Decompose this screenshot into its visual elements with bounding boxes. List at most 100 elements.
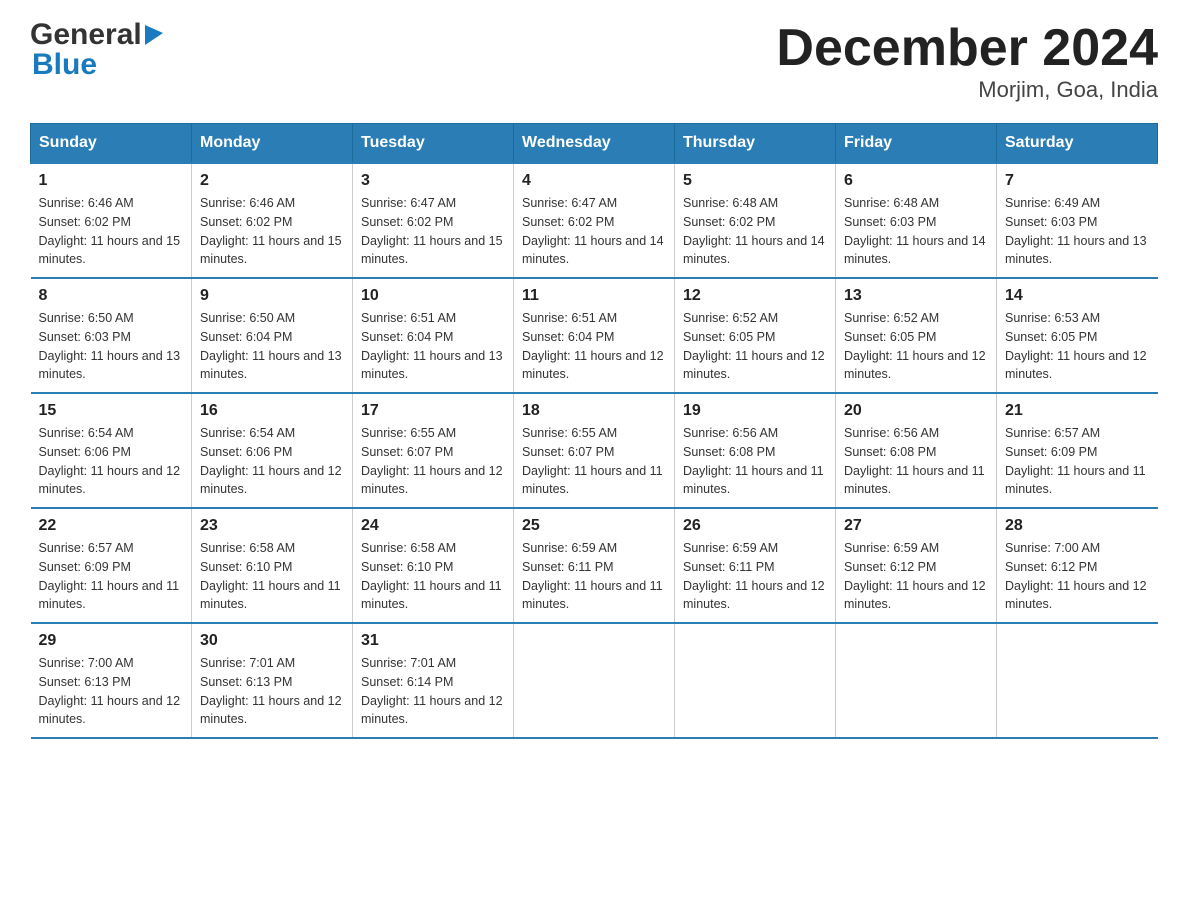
day-number: 27 — [844, 517, 988, 535]
calendar-cell: 20Sunrise: 6:56 AMSunset: 6:08 PMDayligh… — [836, 393, 997, 508]
day-info: Sunrise: 6:51 AMSunset: 6:04 PMDaylight:… — [361, 309, 505, 384]
header-day-wednesday: Wednesday — [514, 124, 675, 164]
day-info: Sunrise: 6:59 AMSunset: 6:11 PMDaylight:… — [522, 539, 666, 614]
day-info: Sunrise: 6:57 AMSunset: 6:09 PMDaylight:… — [1005, 424, 1150, 499]
calendar-cell — [836, 623, 997, 738]
day-number: 29 — [39, 632, 184, 650]
day-number: 6 — [844, 172, 988, 190]
day-number: 3 — [361, 172, 505, 190]
day-number: 2 — [200, 172, 344, 190]
calendar-cell: 29 Sunrise: 7:00 AMSunset: 6:13 PMDayligh… — [31, 623, 192, 738]
calendar-cell: 2 Sunrise: 6:46 AMSunset: 6:02 PMDaylight… — [192, 163, 353, 278]
day-info: Sunrise: 6:54 AMSunset: 6:06 PMDaylight:… — [200, 424, 344, 499]
day-number: 9 — [200, 287, 344, 305]
day-info: Sunrise: 6:59 AMSunset: 6:12 PMDaylight:… — [844, 539, 988, 614]
calendar-cell: 16 Sunrise: 6:54 AMSunset: 6:06 PMDayligh… — [192, 393, 353, 508]
calendar-cell: 31Sunrise: 7:01 AMSunset: 6:14 PMDayligh… — [353, 623, 514, 738]
day-number: 14 — [1005, 287, 1150, 305]
calendar-cell: 25 Sunrise: 6:59 AMSunset: 6:11 PMDayligh… — [514, 508, 675, 623]
calendar-cell: 30 Sunrise: 7:01 AMSunset: 6:13 PMDayligh… — [192, 623, 353, 738]
calendar-cell: 19 Sunrise: 6:56 AMSunset: 6:08 PMDayligh… — [675, 393, 836, 508]
header-row: SundayMondayTuesdayWednesdayThursdayFrid… — [31, 124, 1158, 164]
week-row-3: 15 Sunrise: 6:54 AMSunset: 6:06 PMDayligh… — [31, 393, 1158, 508]
calendar-header: SundayMondayTuesdayWednesdayThursdayFrid… — [31, 124, 1158, 164]
day-number: 22 — [39, 517, 184, 535]
calendar-cell: 1 Sunrise: 6:46 AMSunset: 6:02 PMDaylight… — [31, 163, 192, 278]
calendar-cell: 12 Sunrise: 6:52 AMSunset: 6:05 PMDayligh… — [675, 278, 836, 393]
header-day-thursday: Thursday — [675, 124, 836, 164]
header: General Blue December 2024 Morjim, Goa, … — [30, 20, 1158, 103]
day-number: 19 — [683, 402, 827, 420]
day-info: Sunrise: 7:00 AMSunset: 6:12 PMDaylight:… — [1005, 539, 1150, 614]
header-day-tuesday: Tuesday — [353, 124, 514, 164]
calendar-cell — [675, 623, 836, 738]
title-area: December 2024 Morjim, Goa, India — [776, 20, 1158, 103]
day-info: Sunrise: 6:47 AMSunset: 6:02 PMDaylight:… — [522, 194, 666, 269]
calendar-cell: 9 Sunrise: 6:50 AMSunset: 6:04 PMDaylight… — [192, 278, 353, 393]
day-info: Sunrise: 6:54 AMSunset: 6:06 PMDaylight:… — [39, 424, 184, 499]
day-number: 30 — [200, 632, 344, 650]
calendar-cell: 13 Sunrise: 6:52 AMSunset: 6:05 PMDayligh… — [836, 278, 997, 393]
calendar-cell: 27 Sunrise: 6:59 AMSunset: 6:12 PMDayligh… — [836, 508, 997, 623]
day-info: Sunrise: 6:58 AMSunset: 6:10 PMDaylight:… — [361, 539, 505, 614]
day-info: Sunrise: 6:58 AMSunset: 6:10 PMDaylight:… — [200, 539, 344, 614]
calendar-cell: 6 Sunrise: 6:48 AMSunset: 6:03 PMDaylight… — [836, 163, 997, 278]
day-info: Sunrise: 6:55 AMSunset: 6:07 PMDaylight:… — [361, 424, 505, 499]
day-number: 13 — [844, 287, 988, 305]
day-info: Sunrise: 6:53 AMSunset: 6:05 PMDaylight:… — [1005, 309, 1150, 384]
week-row-2: 8Sunrise: 6:50 AMSunset: 6:03 PMDaylight… — [31, 278, 1158, 393]
day-info: Sunrise: 6:49 AMSunset: 6:03 PMDaylight:… — [1005, 194, 1150, 269]
day-number: 15 — [39, 402, 184, 420]
day-info: Sunrise: 6:57 AMSunset: 6:09 PMDaylight:… — [39, 539, 184, 614]
day-number: 10 — [361, 287, 505, 305]
day-info: Sunrise: 6:48 AMSunset: 6:03 PMDaylight:… — [844, 194, 988, 269]
calendar-cell — [997, 623, 1158, 738]
page-title: December 2024 — [776, 20, 1158, 77]
day-number: 12 — [683, 287, 827, 305]
calendar-cell: 17 Sunrise: 6:55 AMSunset: 6:07 PMDayligh… — [353, 393, 514, 508]
day-number: 26 — [683, 517, 827, 535]
day-number: 24 — [361, 517, 505, 535]
day-info: Sunrise: 6:56 AMSunset: 6:08 PMDaylight:… — [683, 424, 827, 499]
week-row-5: 29 Sunrise: 7:00 AMSunset: 6:13 PMDayligh… — [31, 623, 1158, 738]
calendar-cell: 7Sunrise: 6:49 AMSunset: 6:03 PMDaylight… — [997, 163, 1158, 278]
logo: General Blue — [30, 20, 163, 82]
day-info: Sunrise: 7:01 AMSunset: 6:14 PMDaylight:… — [361, 654, 505, 729]
day-number: 28 — [1005, 517, 1150, 535]
calendar-cell: 26 Sunrise: 6:59 AMSunset: 6:11 PMDayligh… — [675, 508, 836, 623]
day-info: Sunrise: 6:50 AMSunset: 6:04 PMDaylight:… — [200, 309, 344, 384]
calendar-cell: 11Sunrise: 6:51 AMSunset: 6:04 PMDayligh… — [514, 278, 675, 393]
week-row-1: 1 Sunrise: 6:46 AMSunset: 6:02 PMDaylight… — [31, 163, 1158, 278]
day-number: 23 — [200, 517, 344, 535]
calendar-cell: 10 Sunrise: 6:51 AMSunset: 6:04 PMDayligh… — [353, 278, 514, 393]
day-number: 21 — [1005, 402, 1150, 420]
day-number: 18 — [522, 402, 666, 420]
header-day-sunday: Sunday — [31, 124, 192, 164]
week-row-4: 22 Sunrise: 6:57 AMSunset: 6:09 PMDayligh… — [31, 508, 1158, 623]
day-info: Sunrise: 6:47 AMSunset: 6:02 PMDaylight:… — [361, 194, 505, 269]
day-number: 1 — [39, 172, 184, 190]
day-info: Sunrise: 7:00 AMSunset: 6:13 PMDaylight:… — [39, 654, 184, 729]
day-info: Sunrise: 6:46 AMSunset: 6:02 PMDaylight:… — [39, 194, 184, 269]
calendar-cell: 21 Sunrise: 6:57 AMSunset: 6:09 PMDayligh… — [997, 393, 1158, 508]
header-day-monday: Monday — [192, 124, 353, 164]
day-info: Sunrise: 6:52 AMSunset: 6:05 PMDaylight:… — [844, 309, 988, 384]
day-number: 17 — [361, 402, 505, 420]
calendar-table: SundayMondayTuesdayWednesdayThursdayFrid… — [30, 123, 1158, 739]
calendar-cell: 5Sunrise: 6:48 AMSunset: 6:02 PMDaylight… — [675, 163, 836, 278]
logo-blue: Blue — [30, 48, 97, 82]
day-number: 4 — [522, 172, 666, 190]
day-info: Sunrise: 6:52 AMSunset: 6:05 PMDaylight:… — [683, 309, 827, 384]
day-number: 5 — [683, 172, 827, 190]
day-info: Sunrise: 6:46 AMSunset: 6:02 PMDaylight:… — [200, 194, 344, 269]
day-info: Sunrise: 6:59 AMSunset: 6:11 PMDaylight:… — [683, 539, 827, 614]
day-number: 25 — [522, 517, 666, 535]
day-number: 20 — [844, 402, 988, 420]
header-day-friday: Friday — [836, 124, 997, 164]
calendar-cell: 3 Sunrise: 6:47 AMSunset: 6:02 PMDaylight… — [353, 163, 514, 278]
calendar-cell: 23 Sunrise: 6:58 AMSunset: 6:10 PMDayligh… — [192, 508, 353, 623]
day-number: 11 — [522, 287, 666, 305]
day-info: Sunrise: 7:01 AMSunset: 6:13 PMDaylight:… — [200, 654, 344, 729]
calendar-cell: 24 Sunrise: 6:58 AMSunset: 6:10 PMDayligh… — [353, 508, 514, 623]
day-number: 16 — [200, 402, 344, 420]
